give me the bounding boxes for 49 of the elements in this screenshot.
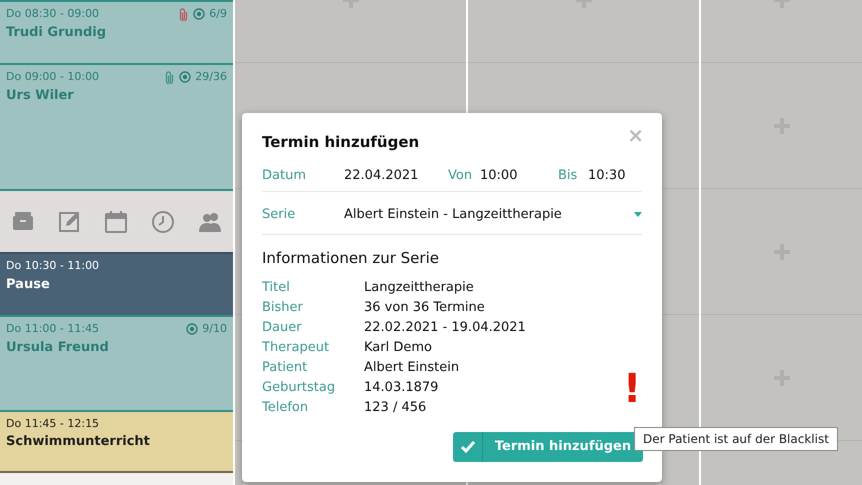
info-label: Telefon	[262, 399, 310, 417]
info-label: Bisher	[262, 299, 304, 317]
event-name: Urs Wiler	[6, 86, 75, 104]
info-value: Langzeittherapie	[364, 279, 474, 297]
event-name: Pause	[6, 276, 51, 294]
series-select[interactable]: Albert Einstein - Langzeittherapie	[344, 205, 642, 224]
info-value: Karl Demo	[364, 339, 432, 357]
clock-icon[interactable]	[151, 210, 176, 234]
event-name: Trudi Grundig	[6, 24, 108, 42]
check-icon	[460, 441, 474, 453]
event-time: Do 10:30 - 11:00	[6, 258, 100, 274]
field-label: Serie	[262, 206, 296, 224]
event-time: Do 11:45 - 12:15	[6, 416, 100, 432]
event-name: Schwimmunterricht	[6, 433, 151, 451]
field-label: Von	[448, 166, 474, 185]
warning-mark: !	[623, 369, 642, 409]
series-count: 29/36	[195, 69, 227, 85]
target-icon	[193, 8, 206, 20]
info-value: Albert Einstein	[364, 359, 460, 377]
event-time: Do 09:00 - 10:00	[6, 69, 100, 85]
target-icon	[186, 323, 198, 336]
info-value: 36 von 36 Termine	[364, 299, 485, 317]
info-label: Dauer	[262, 319, 303, 337]
section-heading: Informationen zur Serie	[262, 248, 440, 270]
break-event[interactable]: Do 10:30 - 11:00 Pause	[0, 252, 233, 315]
field-label: Datum	[262, 166, 307, 185]
time-field[interactable]: 10:30	[588, 166, 638, 186]
dialog-title: Termin hinzufügen	[262, 132, 420, 153]
info-value: 123 / 456	[364, 399, 426, 417]
info-label: Geburtstag	[262, 379, 336, 397]
event-name: Ursula Freund	[6, 338, 110, 356]
info-label: Titel	[262, 279, 291, 297]
series-count: 9/10	[202, 321, 227, 337]
event-time: Do 08:30 - 09:00	[6, 6, 100, 22]
target-icon	[179, 71, 192, 84]
date-field[interactable]: 22.04.2021	[344, 166, 448, 186]
tooltip: Der Patient ist auf der Blacklist	[634, 427, 838, 451]
dropdown-caret-icon	[634, 212, 642, 218]
info-label: Patient	[262, 359, 308, 377]
appointment-event[interactable]: Do 11:45 - 12:15 Schwimmunterricht	[0, 410, 233, 472]
field-label: Bis	[558, 166, 578, 185]
info-value: 22.02.2021 - 19.04.2021	[364, 319, 526, 337]
edit-icon[interactable]	[58, 210, 82, 234]
info-value: 14.03.1879	[364, 379, 438, 397]
series-count: 6/9	[209, 6, 227, 22]
info-label: Therapeut	[262, 339, 330, 357]
event-time: Do 11:00 - 11:45	[6, 321, 100, 337]
calendar-icon[interactable]	[104, 210, 128, 234]
time-field[interactable]: 10:00	[480, 166, 558, 186]
